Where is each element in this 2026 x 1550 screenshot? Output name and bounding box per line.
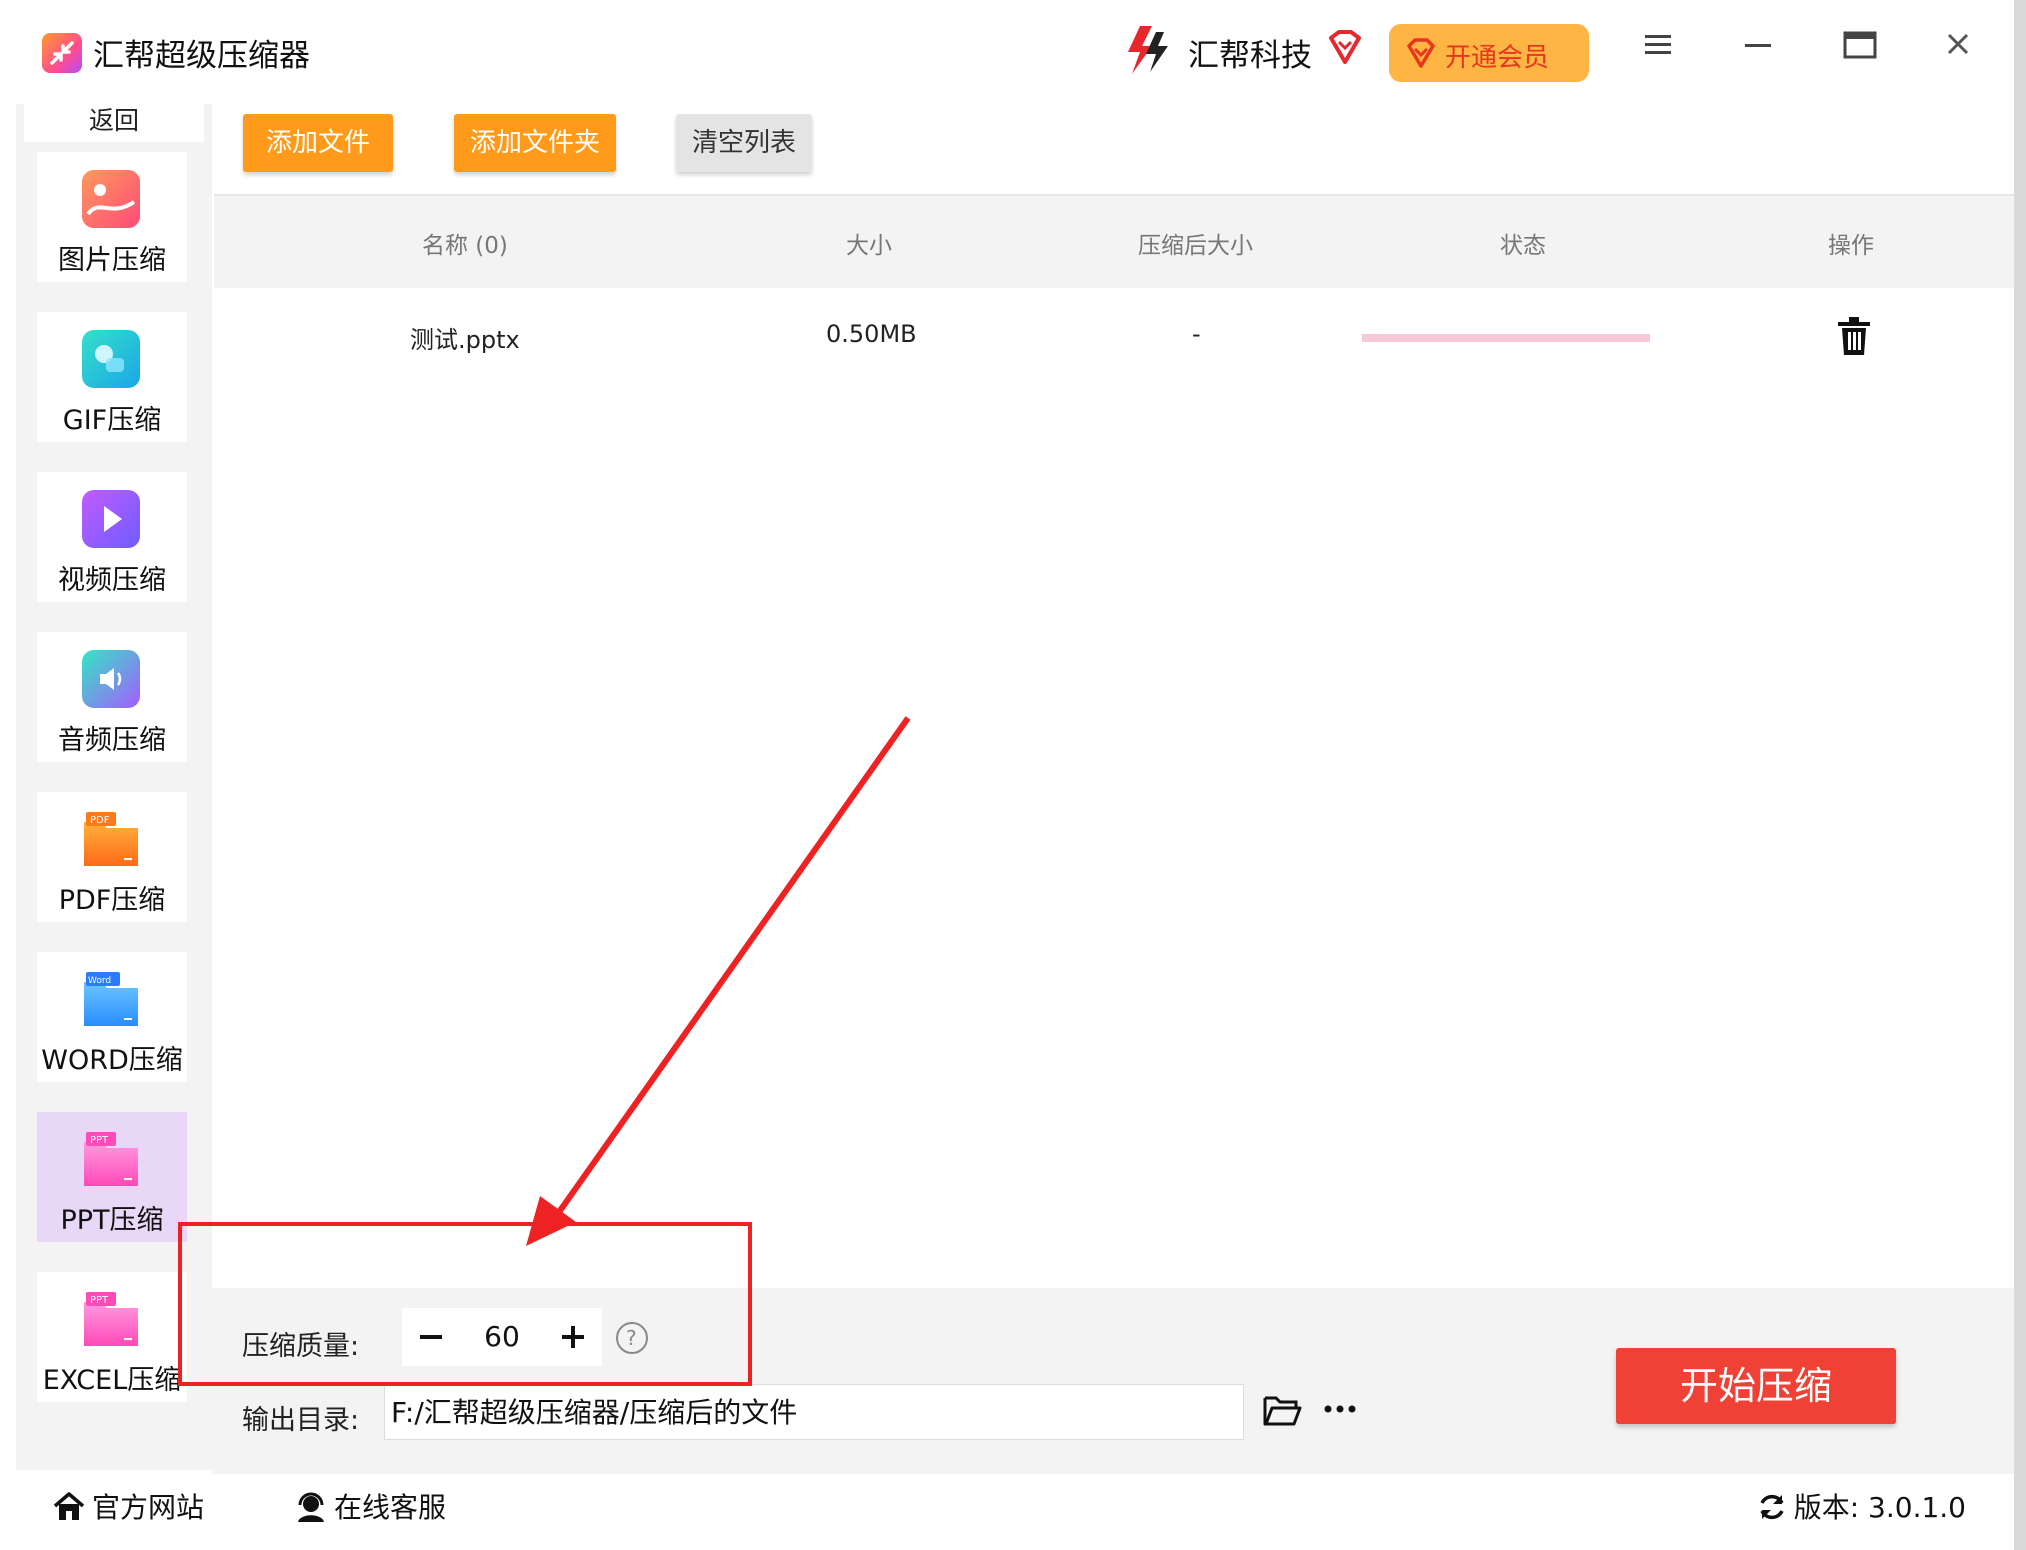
minimize-icon (1745, 44, 1771, 47)
svg-text:?: ? (626, 1326, 637, 1350)
sidebar-item-label: PPT压缩 (60, 1205, 164, 1236)
column-header-compressed-size: 压缩后大小 (1138, 233, 1253, 259)
version-label: 版本: 3.0.1.0 (1793, 1491, 1966, 1524)
quality-stepper[interactable]: 60 (402, 1308, 602, 1366)
sidebar-item-video[interactable]: 视频压缩 (37, 472, 187, 602)
column-header-status: 状态 (1500, 233, 1546, 259)
quality-increase-button[interactable] (544, 1308, 602, 1366)
app-window: 汇帮超级压缩器 汇帮科技 开通会员 返回 图片压缩 GIF压缩 视频压缩 音频压… (0, 0, 2026, 1550)
sidebar-item-label: GIF压缩 (62, 405, 162, 436)
column-header-actions: 操作 (1828, 233, 1874, 259)
start-compress-button[interactable]: 开始压缩 (1616, 1348, 1896, 1424)
sidebar: 返回 图片压缩 GIF压缩 视频压缩 音频压缩 PDF PDF压缩 Word W… (16, 104, 212, 1470)
svg-text:PPT: PPT (90, 1295, 109, 1306)
settings-panel: 压缩质量: 60 ? 输出目录: F:/汇帮超级压缩器/压缩后的文件 开始压缩 (212, 1288, 2026, 1474)
pdf-icon: PDF (84, 812, 138, 866)
sidebar-item-label: PDF压缩 (58, 885, 166, 916)
audio-icon (82, 650, 140, 708)
status-progress-bar (1362, 334, 1650, 342)
svg-text:Word: Word (88, 976, 111, 986)
column-header-name: 名称 (0) (422, 233, 508, 259)
headset-icon (298, 1492, 324, 1522)
title-bar: 汇帮超级压缩器 汇帮科技 开通会员 (0, 0, 2026, 104)
ppt-icon: PPT (84, 1132, 138, 1186)
app-logo-icon (42, 33, 82, 73)
online-support-label: 在线客服 (334, 1491, 447, 1524)
sidebar-item-word[interactable]: Word WORD压缩 (37, 952, 187, 1082)
app-title: 汇帮超级压缩器 (93, 38, 310, 74)
vip-button[interactable]: 开通会员 (1389, 24, 1589, 82)
clear-list-button[interactable]: 清空列表 (676, 114, 812, 172)
close-button[interactable] (1936, 30, 1980, 74)
menu-button[interactable] (1636, 30, 1680, 74)
main-panel: 添加文件 添加文件夹 清空列表 名称 (0) 大小 压缩后大小 状态 操作 测试… (212, 104, 2026, 1474)
quality-value[interactable]: 60 (460, 1308, 544, 1366)
browse-folder-button[interactable] (1262, 1392, 1302, 1428)
sidebar-item-label: WORD压缩 (41, 1045, 183, 1076)
add-file-button[interactable]: 添加文件 (243, 114, 393, 172)
plus-icon (562, 1326, 584, 1348)
sidebar-item-image[interactable]: 图片压缩 (37, 152, 187, 282)
folder-open-icon (1263, 1396, 1302, 1426)
toolbar: 添加文件 添加文件夹 清空列表 (212, 104, 2026, 192)
official-website-label: 官方网站 (92, 1491, 205, 1524)
minimize-button[interactable] (1736, 30, 1780, 74)
sidebar-item-gif[interactable]: GIF压缩 (37, 312, 187, 442)
more-icon (1324, 1405, 1356, 1413)
back-button[interactable]: 返回 (24, 104, 204, 142)
table-row[interactable]: 测试.pptx 0.50MB - (214, 286, 2022, 396)
word-icon: Word (84, 972, 138, 1026)
quality-decrease-button[interactable] (402, 1308, 460, 1366)
svg-text:PPT: PPT (90, 1135, 109, 1146)
sidebar-item-audio[interactable]: 音频压缩 (37, 632, 187, 762)
window-edge (2014, 0, 2026, 1550)
menu-icon (1645, 35, 1671, 54)
sidebar-item-label: 音频压缩 (58, 725, 166, 756)
quality-label: 压缩质量: (242, 1331, 360, 1362)
vip-diamond-icon (1325, 28, 1365, 68)
maximize-icon (1843, 31, 1877, 59)
table-header: 名称 (0) 大小 压缩后大小 状态 操作 (214, 194, 2022, 288)
version-info: 版本: 3.0.1.0 (1756, 1486, 1966, 1526)
online-support-link[interactable]: 在线客服 (294, 1486, 446, 1526)
maximize-button[interactable] (1838, 30, 1882, 74)
output-dir-label: 输出目录: (242, 1405, 360, 1436)
minus-icon (420, 1335, 442, 1339)
sidebar-item-excel[interactable]: PPT EXCEL压缩 (37, 1272, 187, 1402)
close-icon (1947, 33, 1969, 55)
refresh-icon (1760, 1494, 1784, 1520)
svg-text:PDF: PDF (90, 815, 110, 826)
file-name: 测试.pptx (410, 326, 520, 354)
file-size: 0.50MB (826, 320, 917, 348)
sidebar-item-label: 视频压缩 (58, 565, 166, 596)
sidebar-item-label: EXCEL压缩 (42, 1365, 182, 1396)
excel-icon: PPT (84, 1292, 138, 1346)
delete-button[interactable] (1836, 316, 1872, 356)
home-icon (53, 1492, 85, 1520)
brand-logo-icon (1122, 22, 1174, 78)
output-dir-field[interactable]: F:/汇帮超级压缩器/压缩后的文件 (384, 1384, 1244, 1440)
trash-icon (1838, 317, 1870, 355)
compressed-size: - (1192, 320, 1201, 348)
brand-name: 汇帮科技 (1188, 38, 1312, 74)
sidebar-item-ppt[interactable]: PPT PPT压缩 (37, 1112, 187, 1242)
sidebar-item-label: 图片压缩 (58, 245, 166, 276)
quality-help-icon[interactable]: ? (615, 1321, 649, 1355)
official-website-link[interactable]: 官方网站 (52, 1486, 204, 1526)
footer-bar: 官方网站 在线客服 版本: 3.0.1.0 (16, 1476, 2026, 1536)
gif-icon (82, 330, 140, 388)
sidebar-item-pdf[interactable]: PDF PDF压缩 (37, 792, 187, 922)
add-folder-button[interactable]: 添加文件夹 (454, 114, 616, 172)
image-icon (82, 170, 140, 228)
vip-button-label: 开通会员 (1445, 43, 1550, 73)
column-header-size: 大小 (846, 233, 892, 259)
video-icon (82, 490, 140, 548)
more-options-button[interactable] (1320, 1396, 1360, 1422)
